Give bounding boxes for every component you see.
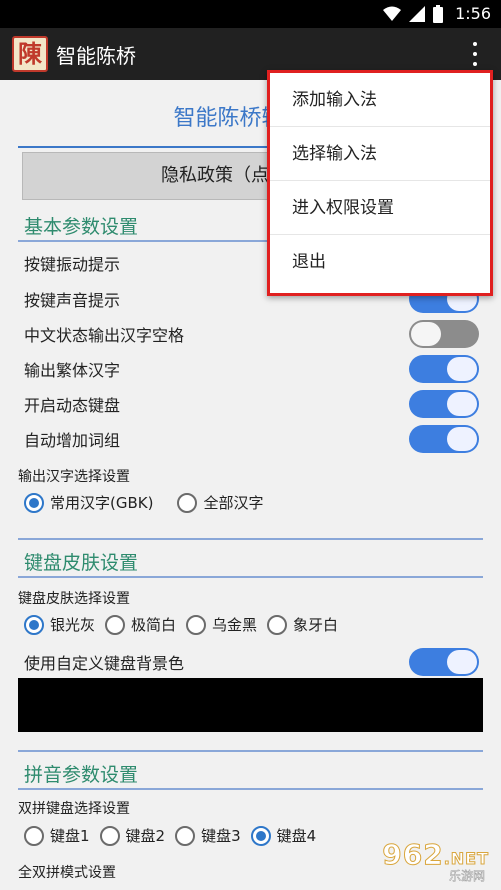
radio-selected-icon[interactable] — [250, 825, 271, 846]
setting-label: 开启动态键盘 — [24, 396, 121, 415]
charset-radio-group: 常用汉字(GBK) 全部汉字 — [24, 492, 273, 513]
setting-label: 中文状态输出汉字空格 — [24, 326, 185, 345]
setting-label: 按键声音提示 — [24, 291, 121, 310]
radio-option-keyboard1[interactable]: 键盘1 — [24, 825, 90, 846]
radio-label: 键盘2 — [125, 827, 166, 845]
section-divider — [18, 750, 483, 752]
auto-phrase-toggle[interactable] — [409, 425, 479, 453]
radio-option-ivory[interactable]: 象牙白 — [267, 614, 338, 635]
radio-option-silver[interactable]: 银光灰 — [24, 614, 95, 635]
setting-label: 使用自定义键盘背景色 — [24, 654, 185, 673]
radio-label: 极简白 — [131, 616, 177, 634]
skin-radio-group: 银光灰 极简白 乌金黑 象牙白 — [24, 614, 348, 635]
custom-bg-color-swatch[interactable] — [18, 678, 483, 732]
radio-unselected-icon[interactable] — [24, 825, 44, 846]
radio-label: 键盘3 — [201, 827, 241, 845]
signal-icon — [409, 6, 425, 22]
setting-row-dynamic-keyboard[interactable]: 开启动态键盘 — [18, 387, 483, 421]
radio-option-all[interactable]: 全部汉字 — [177, 492, 263, 513]
charset-label: 输出汉字选择设置 — [18, 469, 130, 485]
site-watermark: 962.NET 乐游网 — [365, 838, 495, 884]
radio-label: 银光灰 — [50, 616, 96, 634]
space-toggle[interactable] — [409, 320, 479, 348]
app-logo: 陳 — [12, 36, 48, 72]
radio-unselected-icon[interactable] — [99, 825, 120, 846]
radio-selected-icon[interactable] — [24, 614, 44, 635]
shuangpin-label: 双拼键盘选择设置 — [18, 801, 130, 817]
mode-label: 全双拼模式设置 — [18, 865, 116, 881]
app-title: 智能陈桥 — [56, 44, 136, 68]
skin-label: 键盘皮肤选择设置 — [18, 591, 130, 607]
status-bar: 1:56 — [0, 0, 501, 28]
menu-item-permissions[interactable]: 进入权限设置 — [270, 181, 490, 235]
radio-label: 全部汉字 — [203, 494, 264, 512]
wifi-icon — [383, 6, 401, 21]
radio-label: 常用汉字(GBK) — [50, 494, 154, 512]
radio-option-keyboard4[interactable]: 键盘4 — [250, 825, 317, 846]
radio-option-black[interactable]: 乌金黑 — [186, 614, 257, 635]
setting-row-space[interactable]: 中文状态输出汉字空格 — [18, 317, 483, 351]
menu-item-exit[interactable]: 退出 — [270, 235, 490, 289]
menu-item-select-ime[interactable]: 选择输入法 — [270, 127, 490, 181]
setting-row-traditional[interactable]: 输出繁体汉字 — [18, 352, 483, 386]
radio-label: 键盘1 — [50, 827, 90, 845]
radio-selected-icon[interactable] — [24, 492, 44, 513]
setting-row-custom-bg[interactable]: 使用自定义键盘背景色 — [18, 645, 483, 679]
more-options-icon[interactable] — [471, 42, 479, 66]
keyboard-radio-group: 键盘1 键盘2 键盘3 键盘4 — [24, 825, 326, 846]
menu-item-add-ime[interactable]: 添加输入法 — [270, 73, 490, 127]
section-divider — [18, 538, 483, 540]
radio-option-white[interactable]: 极简白 — [105, 614, 176, 635]
section-divider — [18, 576, 483, 578]
radio-unselected-icon[interactable] — [186, 614, 207, 635]
radio-label: 象牙白 — [293, 616, 339, 634]
overflow-menu: 添加输入法 选择输入法 进入权限设置 退出 — [267, 70, 493, 296]
radio-unselected-icon[interactable] — [175, 825, 196, 846]
setting-label: 自动增加词组 — [24, 431, 121, 450]
traditional-toggle[interactable] — [409, 355, 479, 383]
section-title-skin: 键盘皮肤设置 — [24, 552, 139, 574]
radio-label: 键盘4 — [276, 827, 317, 845]
radio-unselected-icon[interactable] — [267, 614, 288, 635]
radio-option-keyboard2[interactable]: 键盘2 — [99, 825, 166, 846]
setting-label: 输出繁体汉字 — [24, 361, 121, 380]
section-title-pinyin: 拼音参数设置 — [24, 764, 139, 786]
status-time: 1:56 — [455, 4, 491, 23]
battery-icon — [433, 5, 443, 23]
radio-label: 乌金黑 — [212, 616, 258, 634]
section-divider — [18, 788, 483, 790]
watermark-sub: 乐游网 — [448, 869, 486, 884]
radio-unselected-icon[interactable] — [105, 614, 126, 635]
setting-label: 按键振动提示 — [24, 255, 121, 274]
dynamic-keyboard-toggle[interactable] — [409, 390, 479, 418]
custom-bg-toggle[interactable] — [409, 648, 479, 676]
radio-option-keyboard3[interactable]: 键盘3 — [175, 825, 241, 846]
setting-row-auto-phrase[interactable]: 自动增加词组 — [18, 422, 483, 456]
status-icons — [383, 5, 443, 23]
radio-option-gbk[interactable]: 常用汉字(GBK) — [24, 492, 153, 513]
radio-unselected-icon[interactable] — [177, 492, 198, 513]
